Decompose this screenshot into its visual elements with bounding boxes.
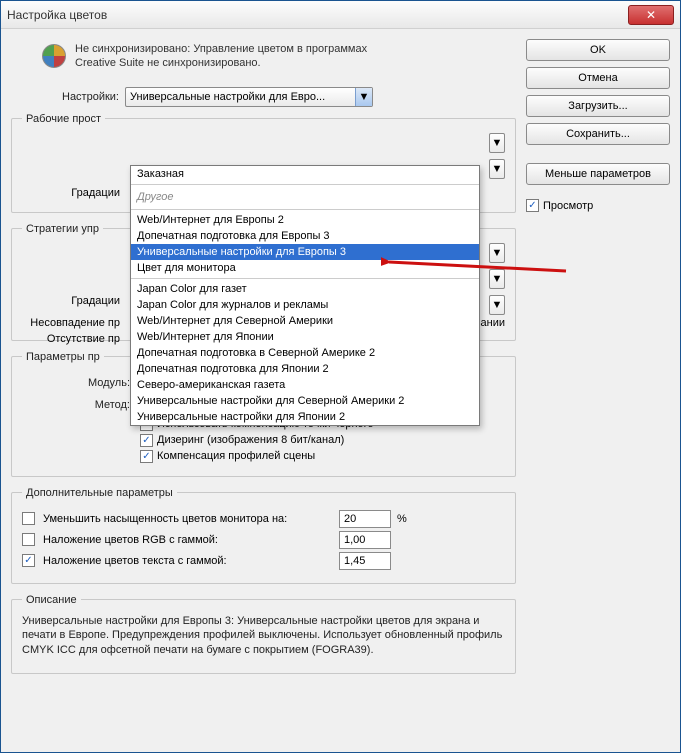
policies-legend: Стратегии упр [22,223,103,235]
engine-label: Модуль: [22,377,130,389]
rgb-gamma-input[interactable] [339,531,391,549]
dropdown-item[interactable]: Допечатная подготовка для Европы 3 [131,228,479,244]
settings-value: Универсальные настройки для Евро... [130,91,355,103]
load-button[interactable]: Загрузить... [526,95,670,117]
description-group: Описание Универсальные настройки для Евр… [11,594,516,674]
ok-button[interactable]: OK [526,39,670,61]
gray-label: Градации [12,187,120,199]
gray2-label: Градации [12,295,120,307]
dropdown-item[interactable]: Цвет для монитора [131,260,479,276]
dropdown-item[interactable]: Web/Интернет для Европы 2 [131,212,479,228]
window-title: Настройка цветов [7,8,628,22]
combo-stub[interactable]: ▼ [489,159,505,179]
sync-icon [41,43,67,69]
dropdown-item[interactable]: Japan Color для журналов и рекламы [131,297,479,313]
dropdown-item[interactable]: Web/Интернет для Северной Америки [131,313,479,329]
cancel-button[interactable]: Отмена [526,67,670,89]
dropdown-item[interactable]: Japan Color для газет [131,281,479,297]
text-gamma-input[interactable] [339,552,391,570]
chevron-down-icon[interactable]: ▼ [355,88,372,106]
settings-dropdown[interactable]: Заказная Другое Web/Интернет для Европы … [130,165,480,426]
desat-unit: % [397,513,407,525]
dropdown-item[interactable]: Web/Интернет для Японии [131,329,479,345]
dither-label: Дизеринг (изображения 8 бит/канал) [157,434,344,446]
missing-label: Отсутствие пр [12,333,120,345]
desat-label: Уменьшить насыщенность цветов монитора н… [43,513,333,525]
rgb-gamma-label: Наложение цветов RGB с гаммой: [43,534,333,546]
close-button[interactable]: ✕ [628,5,674,25]
sync-line1: Не синхронизировано: Управление цветом в… [75,43,367,57]
advanced-legend: Дополнительные параметры [22,487,177,499]
scene-label: Компенсация профилей сцены [157,450,315,462]
dropdown-item-custom[interactable]: Заказная [131,166,479,182]
text-gamma-checkbox[interactable] [22,554,35,567]
desat-input[interactable] [339,510,391,528]
dropdown-item[interactable]: Универсальные настройки для Японии 2 [131,409,479,425]
preview-label: Просмотр [543,200,593,212]
text-gamma-label: Наложение цветов текста с гаммой: [43,555,333,567]
dither-checkbox[interactable] [140,434,153,447]
workspaces-legend: Рабочие прост [22,113,105,125]
desat-checkbox[interactable] [22,512,35,525]
preview-checkbox[interactable] [526,199,539,212]
color-settings-window: Настройка цветов ✕ Не синхронизировано: … [0,0,681,753]
conversion-legend: Параметры пр [22,351,104,363]
combo-stub[interactable]: ▼ [489,295,505,315]
mismatch-label: Несовпадение пр [12,317,120,329]
dropdown-item[interactable]: Допечатная подготовка для Японии 2 [131,361,479,377]
save-button[interactable]: Сохранить... [526,123,670,145]
combo-stub[interactable]: ▼ [489,133,505,153]
scene-checkbox[interactable] [140,450,153,463]
sync-line2: Creative Suite не синхронизировано. [75,57,367,71]
description-text: Универсальные настройки для Европы 3: Ун… [22,614,505,659]
dropdown-item[interactable]: Универсальные настройки для Северной Аме… [131,393,479,409]
settings-label: Настройки: [11,91,119,103]
advanced-group: Дополнительные параметры Уменьшить насыщ… [11,487,516,584]
dropdown-section-other: Другое [131,187,479,207]
titlebar: Настройка цветов ✕ [1,1,680,29]
description-legend: Описание [22,594,81,606]
combo-stub[interactable]: ▼ [489,243,505,263]
dropdown-item[interactable]: Допечатная подготовка в Северной Америке… [131,345,479,361]
dropdown-item-highlighted[interactable]: Универсальные настройки для Европы 3 [131,244,479,260]
combo-stub[interactable]: ▼ [489,269,505,289]
sync-status: Не синхронизировано: Управление цветом в… [11,39,516,85]
intent-label: Метод: [22,399,130,411]
settings-combo[interactable]: Универсальные настройки для Евро... ▼ [125,87,373,107]
fewer-options-button[interactable]: Меньше параметров [526,163,670,185]
rgb-gamma-checkbox[interactable] [22,533,35,546]
dropdown-item[interactable]: Северо-американская газета [131,377,479,393]
